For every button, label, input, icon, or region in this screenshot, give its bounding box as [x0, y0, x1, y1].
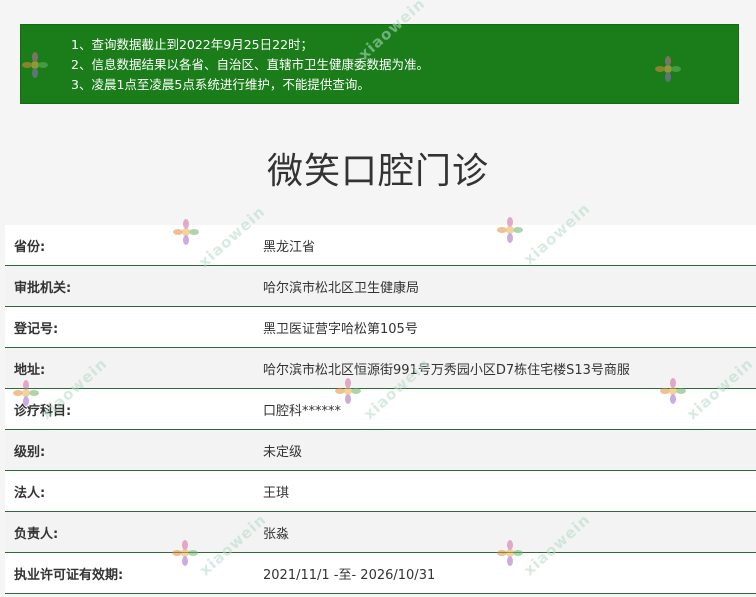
table-row: 负责人: 张淼: [5, 512, 756, 553]
row-value: 张淼: [263, 526, 290, 542]
info-table: 省份: 黑龙江省 审批机关: 哈尔滨市松北区卫生健康局 登记号: 黑卫医证营字哈…: [5, 225, 756, 594]
table-row: 执业许可证有效期: 2021/11/1 -至- 2026/10/31: [5, 553, 756, 594]
row-label: 登记号:: [14, 321, 59, 337]
notice-banner: 1、查询数据截止到2022年9月25日22时； 2、信息数据结果以各省、自治区、…: [20, 24, 739, 104]
row-label: 省份:: [14, 239, 46, 255]
table-row: 登记号: 黑卫医证营字哈松第105号: [5, 307, 756, 348]
table-row: 省份: 黑龙江省: [5, 225, 756, 266]
row-value: 2021/11/1 -至- 2026/10/31: [263, 567, 436, 583]
table-row: 审批机关: 哈尔滨市松北区卫生健康局: [5, 266, 756, 307]
page-title: 微笑口腔门诊: [266, 151, 489, 192]
table-row: 级别: 未定级: [5, 430, 756, 471]
table-row: 地址: 哈尔滨市松北区恒源街991号万秀园小区D7栋住宅楼S13号商服: [5, 348, 756, 389]
row-value: 口腔科******: [263, 403, 342, 419]
page: 1、查询数据截止到2022年9月25日22时； 2、信息数据结果以各省、自治区、…: [0, 0, 756, 597]
row-value: 黑卫医证营字哈松第105号: [263, 321, 418, 337]
row-value: 王琪: [263, 485, 290, 501]
notice-line: 2、信息数据结果以各省、自治区、直辖市卫生健康委数据为准。: [71, 57, 429, 72]
row-label: 法人:: [14, 485, 46, 501]
row-value: 哈尔滨市松北区恒源街991号万秀园小区D7栋住宅楼S13号商服: [263, 362, 630, 378]
row-value: 哈尔滨市松北区卫生健康局: [263, 280, 420, 296]
row-label: 审批机关:: [14, 280, 72, 296]
row-label: 诊疗科目:: [14, 403, 72, 419]
row-label: 执业许可证有效期:: [14, 567, 124, 583]
row-label: 负责人:: [14, 526, 59, 542]
notice-line: 3、凌晨1点至凌晨5点系统进行维护，不能提供查询。: [71, 77, 370, 92]
table-row: 法人: 王琪: [5, 471, 756, 512]
table-row: 诊疗科目: 口腔科******: [5, 389, 756, 430]
row-label: 级别:: [14, 444, 46, 460]
row-value: 未定级: [263, 444, 303, 460]
row-value: 黑龙江省: [263, 239, 316, 255]
row-label: 地址:: [14, 362, 46, 378]
notice-line: 1、查询数据截止到2022年9月25日22时；: [71, 37, 314, 52]
